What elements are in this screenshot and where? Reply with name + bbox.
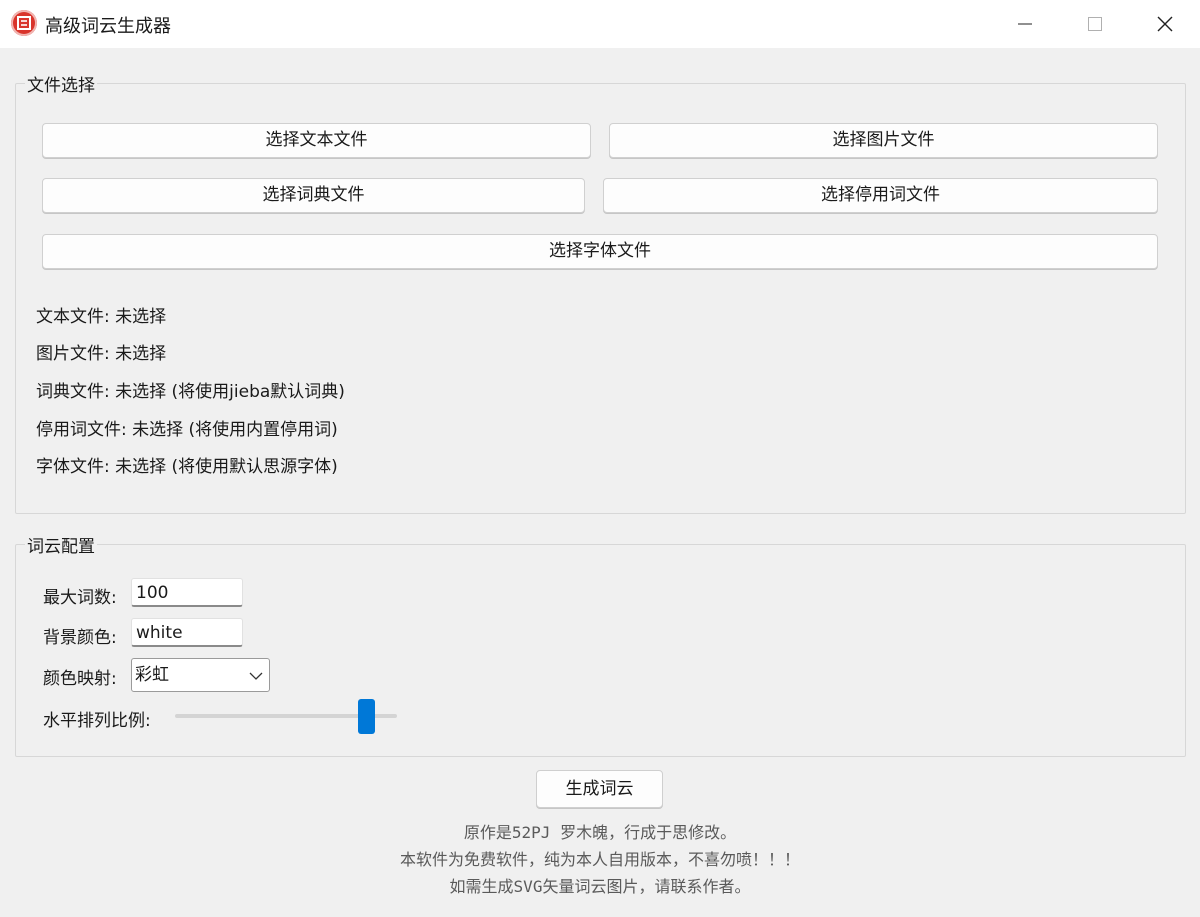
colormap-selected: 彩虹 [135, 665, 169, 685]
maximize-icon [1088, 17, 1102, 31]
colormap-label: 颜色映射: [43, 669, 117, 689]
horizontal-ratio-label: 水平排列比例: [43, 711, 151, 731]
minimize-icon [1018, 23, 1032, 25]
generate-wordcloud-button[interactable]: 生成词云 [536, 770, 663, 808]
colormap-select[interactable]: 彩虹 [131, 658, 270, 692]
config-group [15, 544, 1186, 757]
close-icon [1157, 16, 1173, 32]
image-file-status: 图片文件: 未选择 [36, 344, 167, 364]
text-file-status: 文本文件: 未选择 [36, 307, 167, 327]
select-stopword-file-button[interactable]: 选择停用词文件 [603, 178, 1158, 213]
config-title: 词云配置 [25, 532, 97, 557]
stopword-file-status: 停用词文件: 未选择 (将使用内置停用词) [36, 420, 338, 440]
window-title: 高级词云生成器 [45, 16, 171, 37]
horizontal-ratio-slider-handle[interactable] [358, 699, 375, 734]
chevron-down-icon [249, 672, 263, 680]
max-words-input[interactable]: 100 [131, 578, 243, 607]
minimize-button[interactable] [990, 0, 1060, 48]
select-text-file-button[interactable]: 选择文本文件 [42, 123, 591, 158]
dict-file-status: 词典文件: 未选择 (将使用jieba默认词典) [36, 382, 345, 402]
file-selection-title: 文件选择 [25, 71, 97, 96]
footer-line-3: 如需生成SVG矢量词云图片，请联系作者。 [449, 877, 751, 896]
select-image-file-button[interactable]: 选择图片文件 [609, 123, 1158, 158]
max-words-label: 最大词数: [43, 588, 117, 608]
app-logo-icon [11, 10, 37, 36]
footer-line-2: 本软件为免费软件，纯为本人自用版本，不喜勿喷！！！ [399, 850, 800, 869]
background-color-label: 背景颜色: [43, 628, 117, 648]
title-bar: 高级词云生成器 [0, 0, 1200, 48]
close-button[interactable] [1130, 0, 1200, 48]
maximize-button[interactable] [1060, 0, 1130, 48]
font-file-status: 字体文件: 未选择 (将使用默认思源字体) [36, 457, 338, 477]
select-font-file-button[interactable]: 选择字体文件 [42, 234, 1158, 269]
background-color-input[interactable]: white [131, 618, 243, 647]
select-dict-file-button[interactable]: 选择词典文件 [42, 178, 585, 213]
footer-line-1: 原作是52PJ 罗木魄，行成于思修改。 [463, 823, 737, 842]
